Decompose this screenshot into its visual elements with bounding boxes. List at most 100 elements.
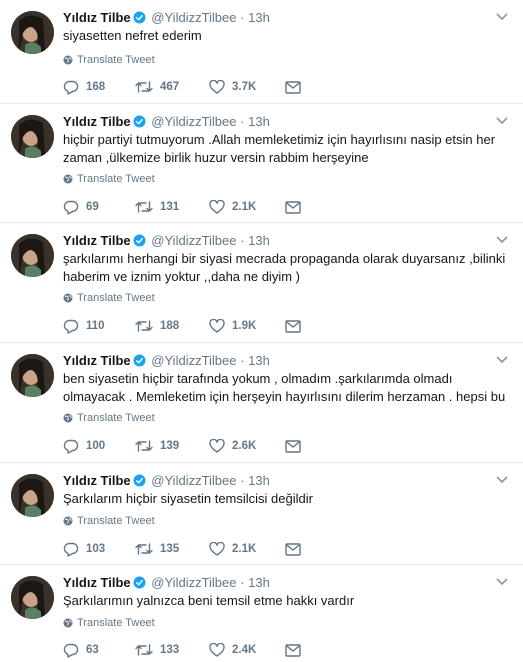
like-button[interactable]: 2.6K	[209, 439, 285, 453]
chevron-down-icon[interactable]	[495, 353, 509, 367]
translate-tweet-link[interactable]: Translate Tweet	[63, 54, 155, 66]
translate-tweet-link[interactable]: Translate Tweet	[63, 292, 155, 304]
direct-message-button[interactable]	[285, 200, 301, 214]
globe-icon	[63, 516, 73, 526]
tweet-header: Yıldız Tilbe @YildizzTilbee · 13h	[63, 233, 270, 251]
reply-count: 103	[86, 543, 106, 555]
tweet[interactable]: Yıldız Tilbe @YildizzTilbee · 13h siyase…	[0, 0, 523, 104]
direct-message-icon	[285, 319, 301, 333]
tweet-text: ben siyasetin hiçbir tarafında yokum , o…	[63, 371, 506, 404]
reply-button[interactable]: 103	[63, 542, 135, 557]
chevron-down-icon[interactable]	[495, 233, 509, 247]
reply-button[interactable]: 100	[63, 439, 135, 454]
like-count: 1.9K	[232, 320, 257, 332]
like-icon	[209, 643, 225, 657]
like-button[interactable]: 2.1K	[209, 200, 285, 214]
retweet-button[interactable]: 135	[135, 542, 209, 556]
chevron-down-icon[interactable]	[495, 473, 509, 487]
translate-tweet-link[interactable]: Translate Tweet	[63, 617, 155, 629]
timestamp[interactable]: 13h	[248, 575, 270, 590]
tweet-actions: 103 135 2.1K	[63, 540, 323, 558]
reply-button[interactable]: 63	[63, 643, 135, 658]
tweet-header: Yıldız Tilbe @YildizzTilbee · 13h	[63, 353, 270, 371]
tweet-feed: Yıldız Tilbe @YildizzTilbee · 13h siyase…	[0, 0, 523, 662]
separator-dot: ·	[240, 353, 245, 368]
display-name[interactable]: Yıldız Tilbe	[63, 233, 131, 248]
timestamp[interactable]: 13h	[248, 114, 270, 129]
tweet[interactable]: Yıldız Tilbe @YildizzTilbee · 13h Şarkıl…	[0, 565, 523, 662]
retweet-button[interactable]: 139	[135, 439, 209, 453]
retweet-icon	[135, 81, 153, 93]
display-name[interactable]: Yıldız Tilbe	[63, 575, 131, 590]
retweet-count: 139	[160, 440, 180, 452]
tweet[interactable]: Yıldız Tilbe @YildizzTilbee · 13h Şarkıl…	[0, 463, 523, 565]
tweet-header: Yıldız Tilbe @YildizzTilbee · 13h	[63, 114, 270, 132]
retweet-icon	[135, 320, 153, 332]
retweet-count: 467	[160, 81, 180, 93]
reply-count: 69	[86, 201, 99, 213]
timestamp[interactable]: 13h	[248, 353, 270, 368]
verified-badge-icon	[133, 115, 146, 132]
direct-message-button[interactable]	[285, 542, 301, 556]
reply-count: 110	[86, 320, 105, 332]
user-handle[interactable]: @YildizzTilbee	[151, 473, 236, 488]
like-button[interactable]: 3.7K	[209, 80, 285, 94]
reply-count: 100	[86, 440, 106, 452]
retweet-count: 133	[160, 644, 180, 656]
avatar[interactable]	[11, 474, 54, 517]
timestamp[interactable]: 13h	[248, 233, 270, 248]
like-button[interactable]: 2.4K	[209, 643, 285, 657]
retweet-count: 135	[160, 543, 180, 555]
translate-tweet-link[interactable]: Translate Tweet	[63, 515, 155, 527]
tweet-header: Yıldız Tilbe @YildizzTilbee · 13h	[63, 473, 270, 491]
avatar[interactable]	[11, 234, 54, 277]
translate-tweet-link[interactable]: Translate Tweet	[63, 412, 155, 424]
chevron-down-icon[interactable]	[495, 10, 509, 24]
timestamp[interactable]: 13h	[248, 473, 270, 488]
display-name[interactable]: Yıldız Tilbe	[63, 10, 131, 25]
avatar[interactable]	[11, 115, 54, 158]
reply-button[interactable]: 110	[63, 319, 135, 334]
avatar[interactable]	[11, 576, 54, 619]
tweet-header: Yıldız Tilbe @YildizzTilbee · 13h	[63, 575, 270, 593]
direct-message-button[interactable]	[285, 643, 301, 657]
user-handle[interactable]: @YildizzTilbee	[151, 233, 236, 248]
reply-button[interactable]: 69	[63, 200, 135, 215]
avatar[interactable]	[11, 11, 54, 54]
direct-message-button[interactable]	[285, 319, 301, 333]
user-handle[interactable]: @YildizzTilbee	[151, 10, 236, 25]
like-button[interactable]: 2.1K	[209, 542, 285, 556]
verified-badge-icon	[133, 234, 146, 251]
translate-label: Translate Tweet	[77, 515, 155, 527]
like-button[interactable]: 1.9K	[209, 319, 285, 333]
direct-message-button[interactable]	[285, 439, 301, 453]
tweet-text: Şarkılarımın yalnızca beni temsil etme h…	[63, 593, 355, 608]
tweet-actions: 69 131 2.1K	[63, 198, 323, 216]
user-handle[interactable]: @YildizzTilbee	[151, 353, 236, 368]
direct-message-button[interactable]	[285, 80, 301, 94]
tweet[interactable]: Yıldız Tilbe @YildizzTilbee · 13h hiçbir…	[0, 104, 523, 223]
retweet-button[interactable]: 131	[135, 200, 209, 214]
retweet-button[interactable]: 188	[135, 319, 209, 333]
reply-button[interactable]: 168	[63, 80, 135, 95]
retweet-button[interactable]: 467	[135, 80, 209, 94]
separator-dot: ·	[240, 10, 245, 25]
display-name[interactable]: Yıldız Tilbe	[63, 473, 131, 488]
chevron-down-icon[interactable]	[495, 575, 509, 589]
display-name[interactable]: Yıldız Tilbe	[63, 353, 131, 368]
avatar[interactable]	[11, 354, 54, 397]
globe-icon	[63, 413, 73, 423]
tweet[interactable]: Yıldız Tilbe @YildizzTilbee · 13h şarkıl…	[0, 223, 523, 343]
timestamp[interactable]: 13h	[248, 10, 270, 25]
chevron-down-icon[interactable]	[495, 114, 509, 128]
tweet[interactable]: Yıldız Tilbe @YildizzTilbee · 13h ben si…	[0, 343, 523, 463]
user-handle[interactable]: @YildizzTilbee	[151, 114, 236, 129]
like-count: 2.4K	[232, 644, 257, 656]
display-name[interactable]: Yıldız Tilbe	[63, 114, 131, 129]
translate-tweet-link[interactable]: Translate Tweet	[63, 173, 155, 185]
like-icon	[209, 542, 225, 556]
tweet-text: Şarkılarım hiçbir siyasetin temsilcisi d…	[63, 491, 313, 506]
user-handle[interactable]: @YildizzTilbee	[151, 575, 236, 590]
tweet-header: Yıldız Tilbe @YildizzTilbee · 13h	[63, 10, 270, 28]
retweet-button[interactable]: 133	[135, 643, 209, 657]
